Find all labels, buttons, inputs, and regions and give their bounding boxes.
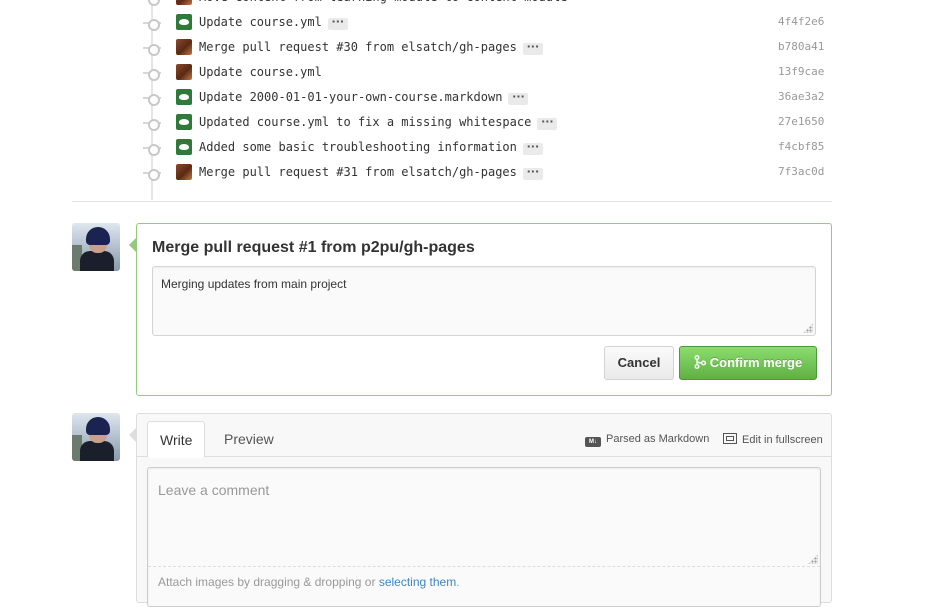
commit-sha-link[interactable]: 7f3ac0d	[778, 164, 824, 180]
commit-dot-icon	[143, 17, 161, 31]
merge-message-text: Merging updates from main project	[161, 277, 347, 291]
commit-author-avatar[interactable]	[176, 89, 192, 105]
commit-row: Merge pull request #30 from elsatch/gh-p…	[0, 35, 934, 60]
commit-message-link[interactable]: Update course.yml	[199, 15, 322, 29]
commit-dot-icon	[143, 142, 161, 156]
commit-dot-icon	[143, 117, 161, 131]
commit-message-link[interactable]: Added some basic troubleshooting informa…	[199, 140, 517, 154]
commit-message: Update 2000-01-01-your-own-course.markdo…	[199, 89, 529, 105]
avatar	[72, 413, 120, 461]
select-files-link[interactable]: selecting them	[379, 575, 456, 589]
commit-author-avatar[interactable]	[176, 139, 192, 155]
commit-sha-link[interactable]: 13f9cae	[778, 64, 824, 80]
commit-message: Updated course.yml to fix a missing whit…	[199, 114, 558, 130]
commit-row: Merge pull request #31 from elsatch/gh-p…	[0, 160, 934, 185]
commit-author-avatar[interactable]	[176, 39, 192, 55]
commit-row: Added some basic troubleshooting informa…	[0, 135, 934, 160]
markdown-help-link[interactable]: M↓ Parsed as Markdown	[585, 433, 709, 447]
commit-message-link[interactable]: Updated course.yml to fix a missing whit…	[199, 115, 531, 129]
commit-row: Update 2000-01-01-your-own-course.markdo…	[0, 85, 934, 110]
commit-dot-icon	[146, 0, 160, 6]
markdown-note: Parsed as Markdown	[606, 433, 710, 445]
expand-message-button[interactable]: ···	[522, 141, 543, 155]
comment-form: Write Preview M↓ Parsed as Markdown Edit …	[129, 413, 832, 607]
git-merge-icon	[694, 349, 706, 381]
commit-message-link[interactable]: Merge pull request #30 from elsatch/gh-p…	[199, 40, 517, 54]
commit-row: Move content from learning module to con…	[0, 0, 934, 10]
commit-sha-link[interactable]: b780a41	[778, 39, 824, 55]
commit-message-link[interactable]: Update 2000-01-01-your-own-course.markdo…	[199, 90, 502, 104]
commit-sha-link[interactable]: 4f4f2e6	[778, 14, 824, 30]
merge-confirm-form: Merge pull request #1 from p2pu/gh-pages…	[129, 223, 832, 396]
divider	[72, 201, 832, 202]
commit-message-link[interactable]: Merge pull request #31 from elsatch/gh-p…	[199, 165, 517, 179]
commit-message: Move content from learning module to con…	[199, 0, 567, 5]
comment-input[interactable]: Leave a comment Attach images by draggin…	[147, 467, 821, 607]
resize-grip-icon[interactable]	[808, 554, 818, 564]
markdown-icon: M↓	[585, 437, 601, 447]
commit-dot-icon	[143, 42, 161, 56]
commit-message: Added some basic troubleshooting informa…	[199, 139, 543, 155]
merge-message-field[interactable]: Merging updates from main project	[152, 266, 816, 336]
attach-divider	[148, 566, 820, 567]
commit-dot-icon	[143, 92, 161, 106]
cancel-button[interactable]: Cancel	[604, 346, 674, 380]
merge-title: Merge pull request #1 from p2pu/gh-pages	[152, 239, 475, 256]
commit-row: Update course.yml ··· 4f4f2e6	[0, 10, 934, 35]
resize-grip-icon[interactable]	[803, 323, 813, 333]
expand-message-button[interactable]: ···	[537, 116, 558, 130]
commit-message: Update course.yml ···	[199, 14, 348, 30]
expand-message-button[interactable]: ···	[508, 91, 529, 105]
confirm-merge-button[interactable]: Confirm merge	[679, 346, 817, 380]
comment-placeholder: Leave a comment	[158, 482, 270, 498]
confirm-merge-label: Confirm merge	[709, 355, 803, 370]
attach-instructions: Attach images by dragging & dropping or …	[158, 575, 460, 589]
commit-row: Updated course.yml to fix a missing whit…	[0, 110, 934, 135]
tab-write[interactable]: Write	[147, 421, 206, 458]
commit-author-avatar[interactable]	[176, 64, 192, 80]
commit-sha-link[interactable]: 27e1650	[778, 114, 824, 130]
commit-message: Update course.yml	[199, 64, 322, 80]
attach-text: Attach images by dragging & dropping or	[158, 575, 379, 589]
commit-message: Merge pull request #30 from elsatch/gh-p…	[199, 39, 543, 55]
commit-dot-icon	[143, 67, 161, 81]
commit-row: Update course.yml 13f9cae	[0, 60, 934, 85]
commit-message: Merge pull request #31 from elsatch/gh-p…	[199, 164, 543, 180]
commit-dot-icon	[143, 167, 161, 181]
fullscreen-icon	[723, 433, 737, 444]
expand-message-button[interactable]: ···	[522, 41, 543, 55]
commit-author-avatar[interactable]	[176, 0, 192, 5]
fullscreen-label: Edit in fullscreen	[742, 434, 823, 446]
tab-preview[interactable]: Preview	[212, 421, 286, 458]
commit-author-avatar[interactable]	[176, 14, 192, 30]
commit-sha-link[interactable]: 36ae3a2	[778, 89, 824, 105]
commit-sha-link[interactable]: 15bf0d0	[778, 0, 824, 5]
comment-tabs: Write Preview M↓ Parsed as Markdown Edit …	[137, 414, 831, 458]
commit-message-link[interactable]: Update course.yml	[199, 65, 322, 79]
expand-message-button[interactable]: ···	[522, 166, 543, 180]
avatar	[72, 223, 120, 271]
commit-author-avatar[interactable]	[176, 164, 192, 180]
commit-author-avatar[interactable]	[176, 114, 192, 130]
attach-period: .	[456, 575, 460, 589]
fullscreen-button[interactable]: Edit in fullscreen	[723, 433, 823, 446]
commit-message-link[interactable]: Move content from learning module to con…	[199, 0, 567, 4]
commit-sha-link[interactable]: f4cbf85	[778, 139, 824, 155]
expand-message-button[interactable]: ···	[327, 16, 348, 30]
commit-list: Move content from learning module to con…	[0, 0, 934, 200]
